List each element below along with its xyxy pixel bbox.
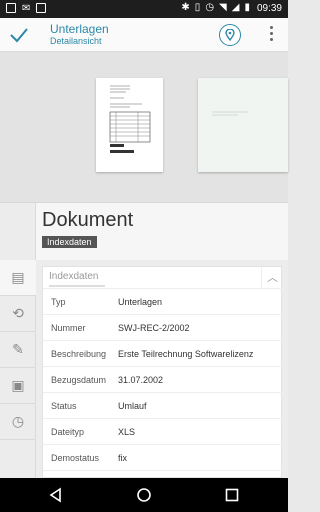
home-icon[interactable] (136, 487, 152, 503)
page-title: Unterlagen (50, 22, 109, 36)
tab-index-data[interactable]: ▤ (0, 260, 36, 296)
field-key: Dateityp (51, 427, 85, 437)
field-value: XLS (118, 427, 136, 437)
workflow-icon: ⟲ (12, 305, 24, 321)
field-row: Dateityp XLS (43, 419, 283, 445)
tab-history[interactable]: ◷ (0, 404, 36, 440)
field-row: Nummer SWJ-REC-2/2002 (43, 315, 283, 341)
field-row: Demostatus fix (43, 445, 283, 471)
field-row: Status Umlauf (43, 393, 283, 419)
sidebar-spacer (0, 203, 36, 261)
clock: 09:39 (256, 2, 282, 14)
tab-workflow[interactable]: ⟲ (0, 296, 36, 332)
status-badge: Indexdaten (42, 236, 97, 248)
field-key: Bezugsdatum (51, 375, 107, 385)
bluetooth-icon: ✱ (181, 2, 190, 13)
history-icon: ◷ (11, 413, 25, 429)
index-data-card: Indexdaten ︿ Typ Unterlagen Nummer SWJ-R… (42, 266, 283, 478)
document-header: Dokument Indexdaten (0, 202, 288, 261)
back-icon[interactable] (48, 487, 64, 503)
field-key: Status (51, 401, 77, 411)
section-underline (49, 285, 105, 287)
location-pin-icon (225, 29, 235, 41)
more-menu-icon[interactable] (270, 26, 274, 44)
field-value: Erste Teilrechnung Softwarelizenz (118, 349, 254, 359)
image-icon (6, 3, 16, 13)
recents-icon[interactable] (224, 487, 240, 503)
field-value: fix (118, 453, 127, 463)
tab-versions[interactable]: ▣ (0, 368, 36, 404)
system-nav-bar (0, 478, 288, 512)
alarm-icon: ◷ (205, 2, 215, 13)
document-title: Dokument (42, 209, 134, 231)
wifi-icon: ◥ (219, 2, 227, 13)
vibrate-icon: ▯ (194, 2, 201, 13)
field-row: Beschreibung Erste Teilrechnung Software… (43, 341, 283, 367)
field-row: Typ Unterlagen (43, 289, 283, 315)
field-value: Umlauf (118, 401, 147, 411)
page-thumbnail-next[interactable] (198, 78, 288, 172)
page-thumbnail[interactable] (96, 78, 163, 172)
app-bar: Unterlagen Detailansicht (0, 18, 288, 52)
check-icon[interactable] (8, 24, 30, 46)
signal-icon: ◢ (231, 2, 240, 13)
battery-icon: ▮ (244, 2, 250, 13)
title-block: Unterlagen Detailansicht (50, 23, 109, 47)
bag-icon (36, 3, 47, 13)
field-value: Unterlagen (118, 297, 163, 307)
field-key: Typ (51, 297, 66, 307)
field-key: Demostatus (51, 453, 100, 463)
paperclip-icon: ✎ (12, 341, 24, 357)
index-data-panel: Indexdaten ︿ Typ Unterlagen Nummer SWJ-R… (36, 260, 288, 478)
section-header: Indexdaten ︿ (43, 267, 283, 289)
status-bar: ✉ ✱ ▯ ◷ ◥ ◢ ▮ 09:39 (0, 0, 288, 18)
field-value: SWJ-REC-2/2002 (118, 323, 190, 333)
document-page-preview (96, 78, 163, 172)
section-label: Indexdaten (49, 271, 99, 282)
field-row: Bezugsdatum 31.07.2002 (43, 367, 283, 393)
field-key: Beschreibung (51, 349, 107, 359)
mail-icon: ✉ (22, 3, 31, 14)
field-value: 31.07.2002 (118, 375, 164, 385)
field-key: Nummer (51, 323, 86, 333)
chevron-up-icon[interactable]: ︿ (261, 267, 283, 289)
versions-icon: ▣ (11, 377, 25, 393)
document-icon: ▤ (11, 269, 25, 285)
tab-attachments[interactable]: ✎ (0, 332, 36, 368)
page-subtitle: Detailansicht (50, 36, 102, 46)
location-button[interactable] (219, 24, 241, 46)
document-page-preview (212, 111, 248, 116)
document-preview-strip (0, 52, 288, 202)
side-tab-bar: ▤ ⟲ ✎ ▣ ◷ (0, 260, 36, 478)
